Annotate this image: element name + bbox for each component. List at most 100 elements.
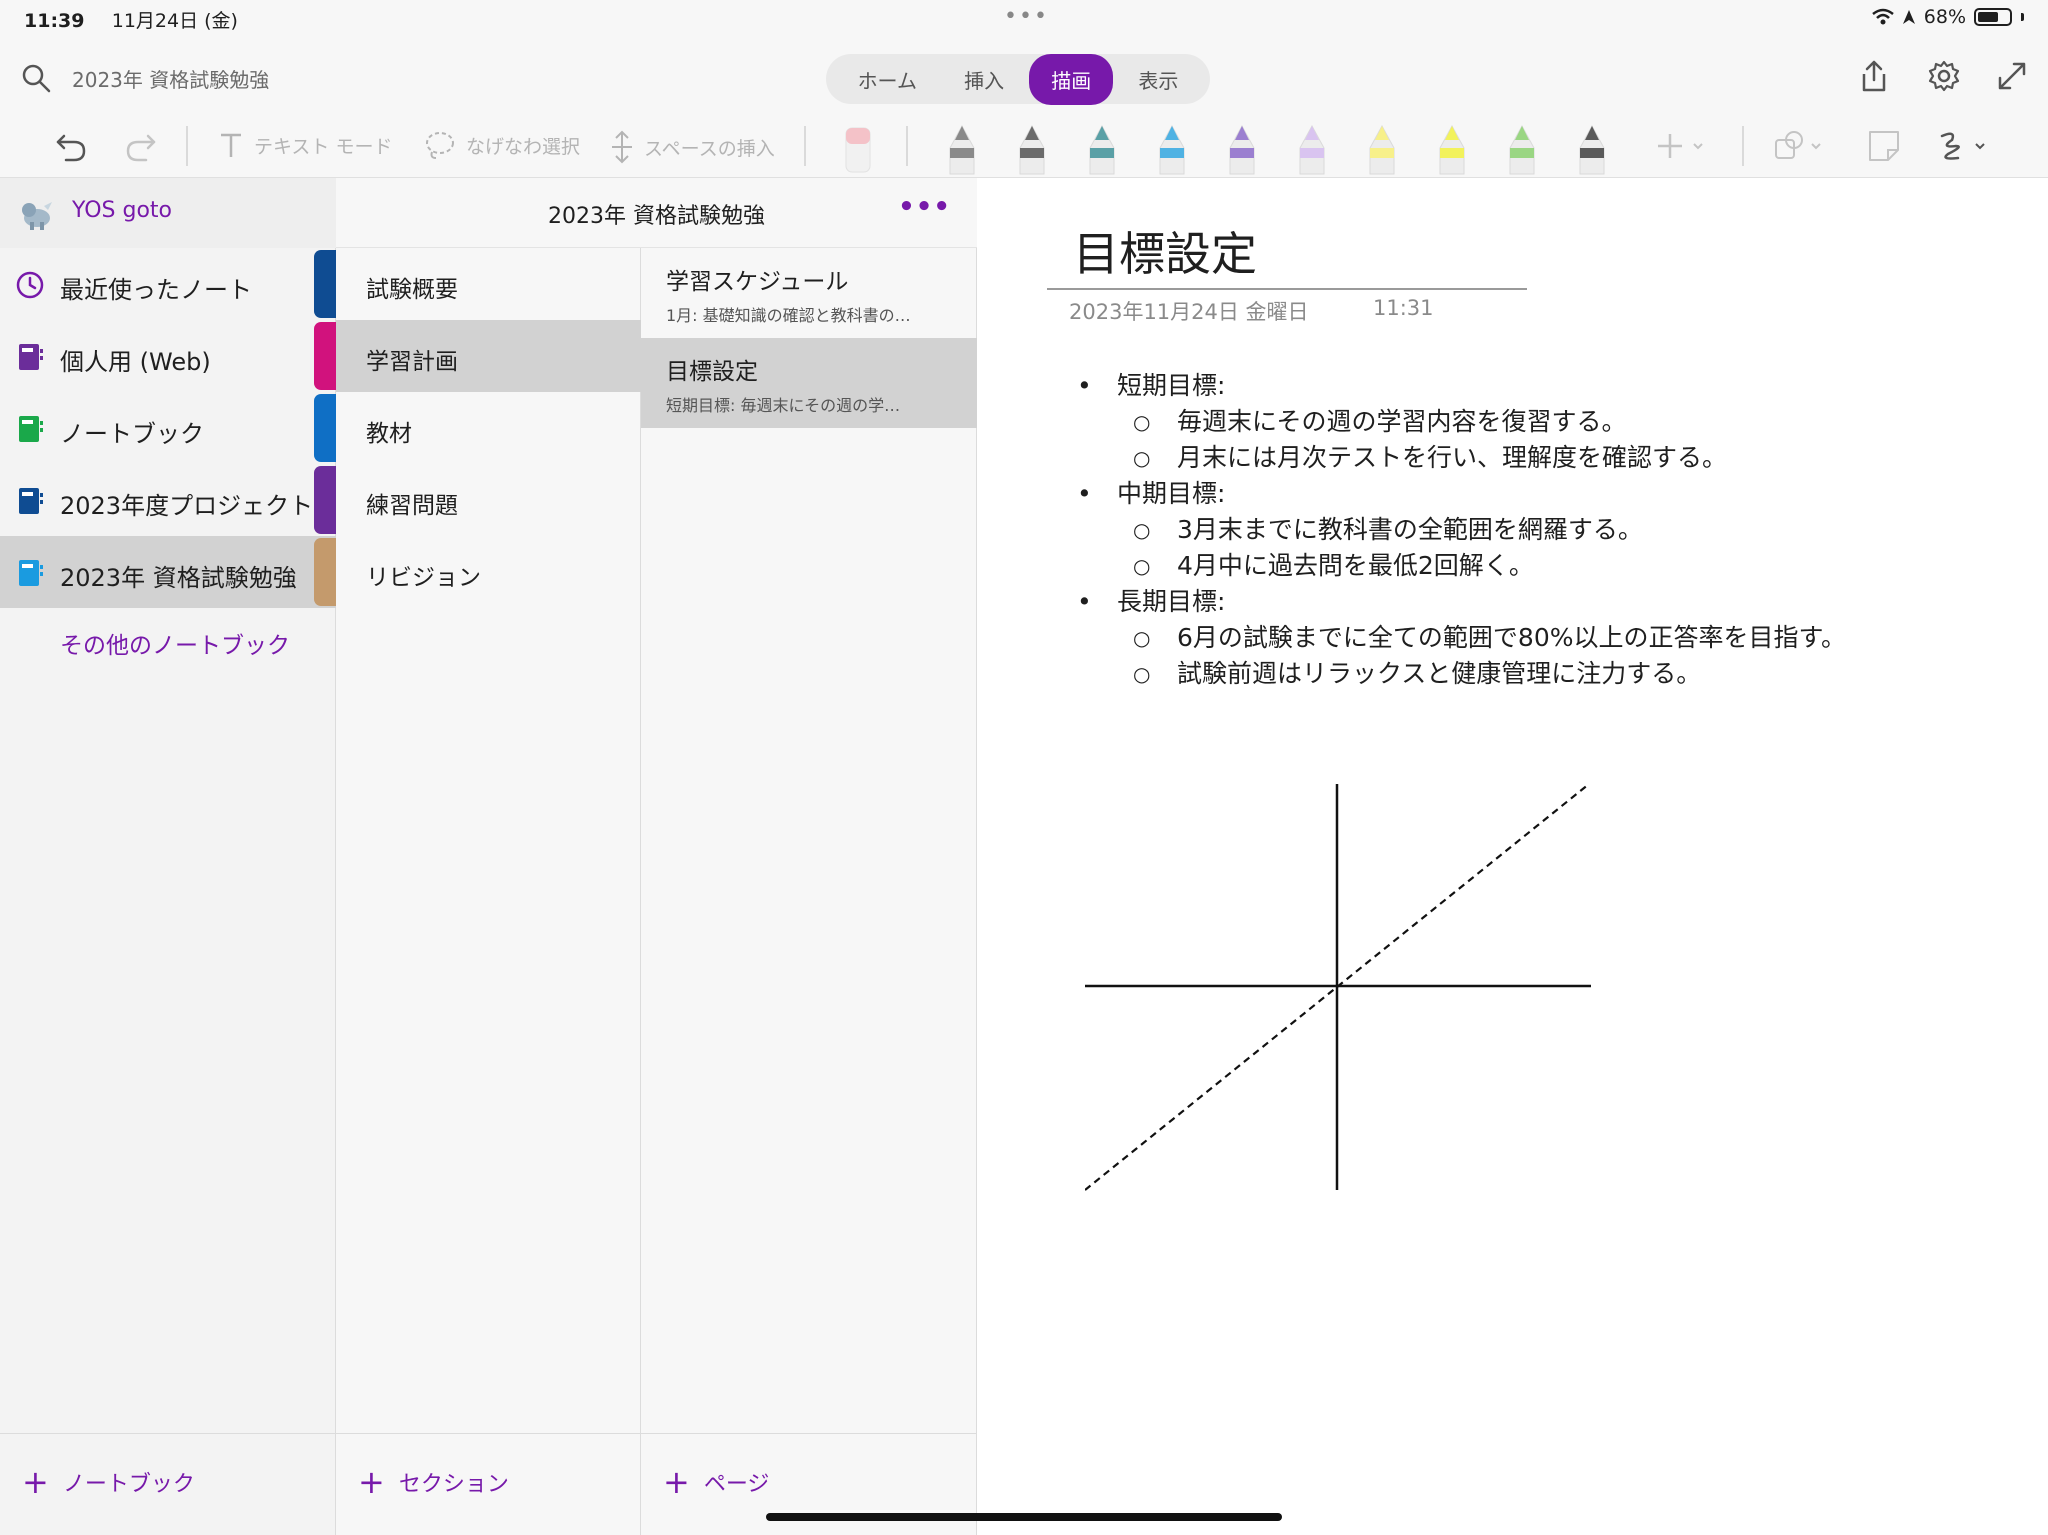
notebook-color-tab (314, 250, 336, 318)
pen-4-icon[interactable] (1159, 124, 1185, 175)
clock-icon (16, 271, 44, 299)
notebook-item-personal-web[interactable]: 個人用 (Web) (0, 320, 336, 392)
goal-heading[interactable]: 中期目標: (1077, 476, 1846, 512)
notebook-item-recent[interactable]: 最近使ったノート (0, 248, 336, 320)
section-item[interactable]: 練習問題 (336, 464, 641, 536)
notebook-label: 最近使ったノート (60, 276, 252, 304)
share-icon[interactable] (1856, 58, 1892, 94)
section-item[interactable]: 教材 (336, 392, 641, 464)
insert-space-icon (612, 130, 632, 164)
pen-9-icon[interactable] (1509, 124, 1535, 175)
status-time: 11:39 (24, 10, 85, 32)
note-title[interactable]: 目標設定 (1073, 218, 1257, 284)
pages-pane: 学習スケジュール 1月: 基礎知識の確認と教科書の… 目標設定 短期目標: 毎週… (641, 248, 977, 1535)
notebook-label: 個人用 (Web) (60, 348, 211, 376)
goal-item[interactable]: 3月末までに教科書の全範囲を網羅する。 (1077, 512, 1846, 548)
plus-icon: + (358, 1463, 385, 1501)
notebook-color-tab (314, 466, 336, 534)
text-mode-button[interactable]: テキスト モード (218, 130, 392, 160)
note-date: 2023年11月24日 金曜日 (1069, 300, 1309, 324)
wifi-icon (1871, 8, 1894, 25)
eraser-icon[interactable] (838, 120, 878, 176)
section-label: 練習問題 (366, 493, 458, 519)
home-indicator[interactable] (766, 1513, 1282, 1521)
insert-space-button[interactable]: スペースの挿入 (610, 130, 775, 164)
plus-icon: + (663, 1463, 690, 1501)
undo-icon[interactable] (52, 126, 92, 166)
battery-icon (1974, 8, 2012, 26)
goal-item[interactable]: 6月の試験までに全ての範囲で80%以上の正答率を目指す。 (1077, 620, 1846, 656)
pen-8-icon[interactable] (1439, 124, 1465, 175)
notebooks-pane: YOS goto 最近使ったノート 個人用 (Web) ノートブック 2023年… (0, 178, 336, 1535)
add-section-button[interactable]: + セクション (358, 1466, 509, 1498)
add-section-label: セクション (398, 1472, 509, 1497)
text-mode-label: テキスト モード (254, 135, 393, 158)
sections-pane: 試験概要 学習計画 教材 練習問題 リビジョン + セクション (336, 248, 641, 1535)
notebook-label: ノートブック (60, 420, 204, 448)
pen-1-icon[interactable] (949, 124, 975, 175)
notebook-icon (19, 344, 43, 370)
page-item[interactable]: 学習スケジュール 1月: 基礎知識の確認と教科書の… (641, 248, 977, 338)
pen-10-icon[interactable] (1579, 124, 1605, 175)
pen-2-icon[interactable] (1019, 124, 1045, 175)
toolbar-divider (186, 126, 188, 166)
notebook-item-notebook[interactable]: ノートブック (0, 392, 336, 464)
multitasking-dots-icon[interactable]: ••• (1004, 4, 1049, 29)
status-date: 11月24日 (金) (111, 10, 238, 32)
notebook-item-2023-project[interactable]: 2023年度プロジェクト (0, 464, 336, 536)
search-icon[interactable] (20, 62, 52, 94)
more-notebooks-link[interactable]: その他のノートブック (60, 626, 290, 660)
goal-heading[interactable]: 長期目標: (1077, 584, 1846, 620)
note-canvas[interactable]: 目標設定 2023年11月24日 金曜日 11:31 短期目標: 毎週末にその週… (977, 178, 2048, 1535)
expand-icon[interactable] (1994, 58, 2030, 94)
goal-heading[interactable]: 短期目標: (1077, 368, 1846, 404)
section-label: 教材 (366, 421, 412, 447)
page-item[interactable]: 目標設定 短期目標: 毎週末にその週の学… (641, 338, 977, 428)
shapes-icon[interactable] (1772, 126, 1832, 166)
note-time: 11:31 (1373, 296, 1434, 320)
more-options-icon[interactable]: ••• (898, 192, 951, 222)
notebook-color-tab (314, 538, 336, 606)
add-notebook-label: ノートブック (62, 1472, 195, 1497)
section-item[interactable]: 試験概要 (336, 248, 641, 320)
sticky-note-icon[interactable] (1864, 126, 1904, 166)
goal-item[interactable]: 月末には月次テストを行い、理解度を確認する。 (1077, 440, 1846, 476)
battery-nub (2021, 13, 2024, 21)
pen-3-icon[interactable] (1089, 124, 1115, 175)
tab-home[interactable]: ホーム (836, 54, 939, 105)
avatar[interactable] (18, 196, 54, 232)
add-notebook-button[interactable]: + ノートブック (22, 1466, 195, 1498)
location-icon (1902, 10, 1915, 24)
notebook-label: 2023年 資格試験勉強 (60, 564, 297, 592)
section-item[interactable]: リビジョン (336, 536, 641, 608)
page-snippet: 短期目標: 毎週末にその週の学… (666, 396, 901, 415)
plus-icon: + (22, 1463, 49, 1501)
tab-view[interactable]: 表示 (1116, 54, 1200, 105)
add-page-button[interactable]: + ページ (663, 1466, 769, 1498)
pen-5-icon[interactable] (1229, 124, 1255, 175)
notebook-item-2023-exam-study[interactable]: 2023年 資格試験勉強 (0, 536, 336, 608)
section-label: 試験概要 (366, 277, 458, 303)
page-snippet: 1月: 基礎知識の確認と教科書の… (666, 306, 911, 325)
pen-7-icon[interactable] (1369, 124, 1395, 175)
goal-item[interactable]: 4月中に過去問を最低2回解く。 (1077, 548, 1846, 584)
redo-icon[interactable] (120, 126, 160, 166)
tab-insert[interactable]: 挿入 (942, 54, 1026, 105)
settings-gear-icon[interactable] (1926, 58, 1962, 94)
pen-6-icon[interactable] (1299, 124, 1325, 175)
insert-space-label: スペースの挿入 (644, 137, 775, 160)
tab-draw[interactable]: 描画 (1029, 53, 1114, 105)
ink-to-shape-icon[interactable] (1936, 126, 1996, 166)
goal-item[interactable]: 毎週末にその週の学習内容を復習する。 (1077, 404, 1846, 440)
account-name: YOS goto (72, 198, 173, 223)
notebook-label: 2023年度プロジェクト (60, 492, 314, 520)
goal-item[interactable]: 試験前週はリラックスと健康管理に注力する。 (1077, 656, 1846, 692)
lasso-select-button[interactable]: なげなわ選択 (424, 130, 580, 160)
goals-list[interactable]: 短期目標: 毎週末にその週の学習内容を復習する。 月末には月次テストを行い、理解… (1077, 368, 1846, 692)
search-input[interactable]: 2023年 資格試験勉強 (72, 64, 269, 93)
section-item[interactable]: 学習計画 (336, 320, 641, 392)
account-header[interactable]: YOS goto (0, 178, 336, 248)
ink-drawing[interactable] (1085, 782, 1595, 1192)
add-pen-icon[interactable] (1654, 126, 1714, 166)
toolbar-divider (906, 126, 908, 166)
